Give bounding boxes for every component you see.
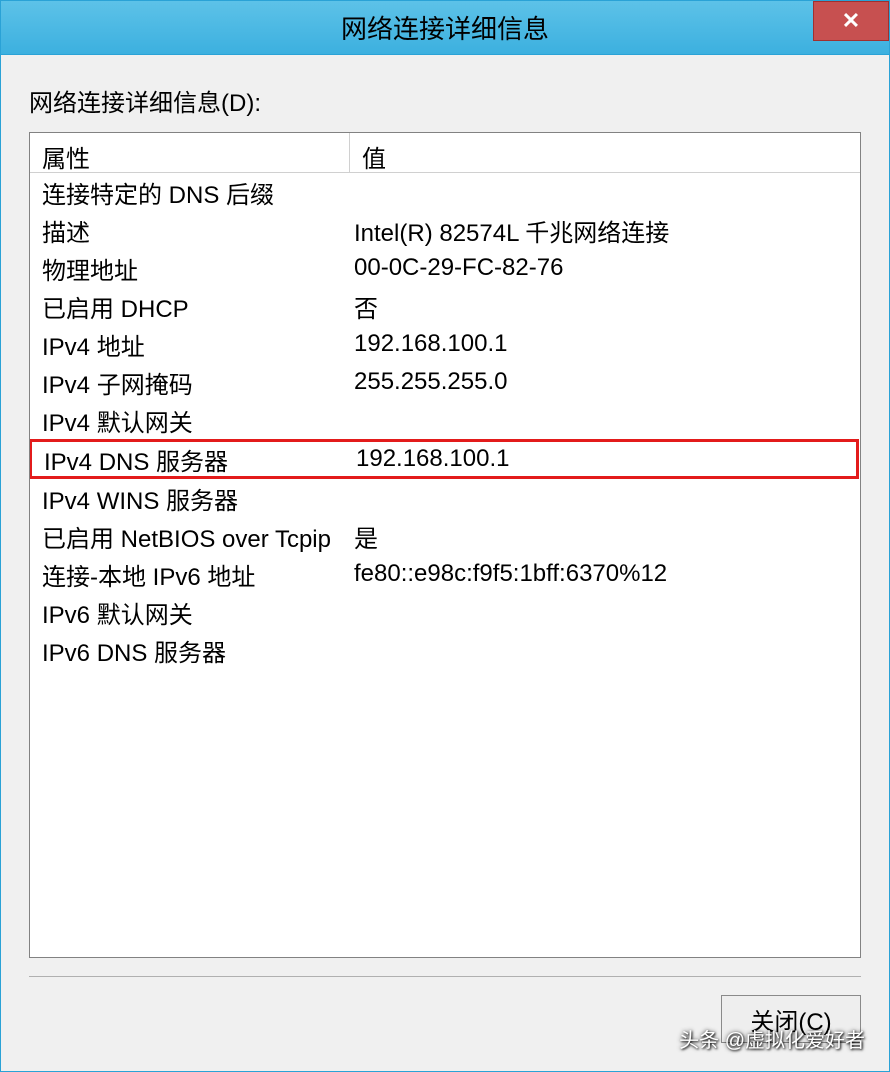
value-cell <box>350 610 860 614</box>
property-cell: IPv4 地址 <box>30 325 350 364</box>
value-cell: 否 <box>350 287 860 326</box>
table-row[interactable]: 连接-本地 IPv6 地址fe80::e98c:f9f5:1bff:6370%1… <box>30 555 860 593</box>
property-cell: 物理地址 <box>30 249 350 288</box>
property-cell: IPv4 默认网关 <box>30 401 350 440</box>
value-cell <box>350 648 860 652</box>
header-value[interactable]: 值 <box>350 133 860 172</box>
property-cell: 连接-本地 IPv6 地址 <box>30 555 350 594</box>
property-cell: IPv4 子网掩码 <box>30 363 350 402</box>
property-cell: IPv4 WINS 服务器 <box>30 479 350 518</box>
property-cell: 已启用 NetBIOS over Tcpip <box>30 517 350 556</box>
details-section-label: 网络连接详细信息(D): <box>29 83 861 118</box>
value-cell: Intel(R) 82574L 千兆网络连接 <box>350 211 860 250</box>
property-cell: IPv4 DNS 服务器 <box>32 440 352 479</box>
column-headers: 属性 值 <box>30 133 860 173</box>
window-title: 网络连接详细信息 <box>341 9 549 46</box>
value-cell <box>350 418 860 422</box>
value-cell: 00-0C-29-FC-82-76 <box>350 252 860 284</box>
value-cell: 是 <box>350 517 860 556</box>
value-cell <box>350 496 860 500</box>
table-row[interactable]: 描述Intel(R) 82574L 千兆网络连接 <box>30 211 860 249</box>
table-row[interactable]: 物理地址00-0C-29-FC-82-76 <box>30 249 860 287</box>
table-row[interactable]: 已启用 DHCP否 <box>30 287 860 325</box>
value-cell <box>350 190 860 194</box>
value-cell: 255.255.255.0 <box>350 366 860 398</box>
table-row[interactable]: IPv4 WINS 服务器 <box>30 479 860 517</box>
table-row[interactable]: 连接特定的 DNS 后缀 <box>30 173 860 211</box>
divider <box>29 976 861 977</box>
value-cell: 192.168.100.1 <box>350 328 860 360</box>
close-icon: ✕ <box>842 8 860 34</box>
close-window-button[interactable]: ✕ <box>813 1 889 41</box>
table-row[interactable]: 已启用 NetBIOS over Tcpip是 <box>30 517 860 555</box>
rows-container: 连接特定的 DNS 后缀描述Intel(R) 82574L 千兆网络连接物理地址… <box>30 173 860 957</box>
property-cell: IPv6 DNS 服务器 <box>30 631 350 670</box>
property-cell: 连接特定的 DNS 后缀 <box>30 173 350 212</box>
titlebar: 网络连接详细信息 ✕ <box>1 1 889 55</box>
value-cell: 192.168.100.1 <box>352 443 856 475</box>
dialog-window: 网络连接详细信息 ✕ 网络连接详细信息(D): 属性 值 连接特定的 DNS 后… <box>0 0 890 1072</box>
table-row[interactable]: IPv6 DNS 服务器 <box>30 631 860 669</box>
table-row[interactable]: IPv4 默认网关 <box>30 401 860 439</box>
table-row[interactable]: IPv4 地址192.168.100.1 <box>30 325 860 363</box>
property-cell: 已启用 DHCP <box>30 287 350 326</box>
property-cell: 描述 <box>30 211 350 250</box>
table-row[interactable]: IPv6 默认网关 <box>30 593 860 631</box>
details-list: 属性 值 连接特定的 DNS 后缀描述Intel(R) 82574L 千兆网络连… <box>29 132 861 958</box>
button-row: 关闭(C) <box>29 995 861 1051</box>
content-area: 网络连接详细信息(D): 属性 值 连接特定的 DNS 后缀描述Intel(R)… <box>1 55 889 1071</box>
value-cell: fe80::e98c:f9f5:1bff:6370%12 <box>350 558 860 590</box>
close-button[interactable]: 关闭(C) <box>721 995 861 1043</box>
table-row[interactable]: IPv4 DNS 服务器192.168.100.1 <box>30 439 859 479</box>
header-property[interactable]: 属性 <box>30 133 350 172</box>
property-cell: IPv6 默认网关 <box>30 593 350 632</box>
table-row[interactable]: IPv4 子网掩码255.255.255.0 <box>30 363 860 401</box>
